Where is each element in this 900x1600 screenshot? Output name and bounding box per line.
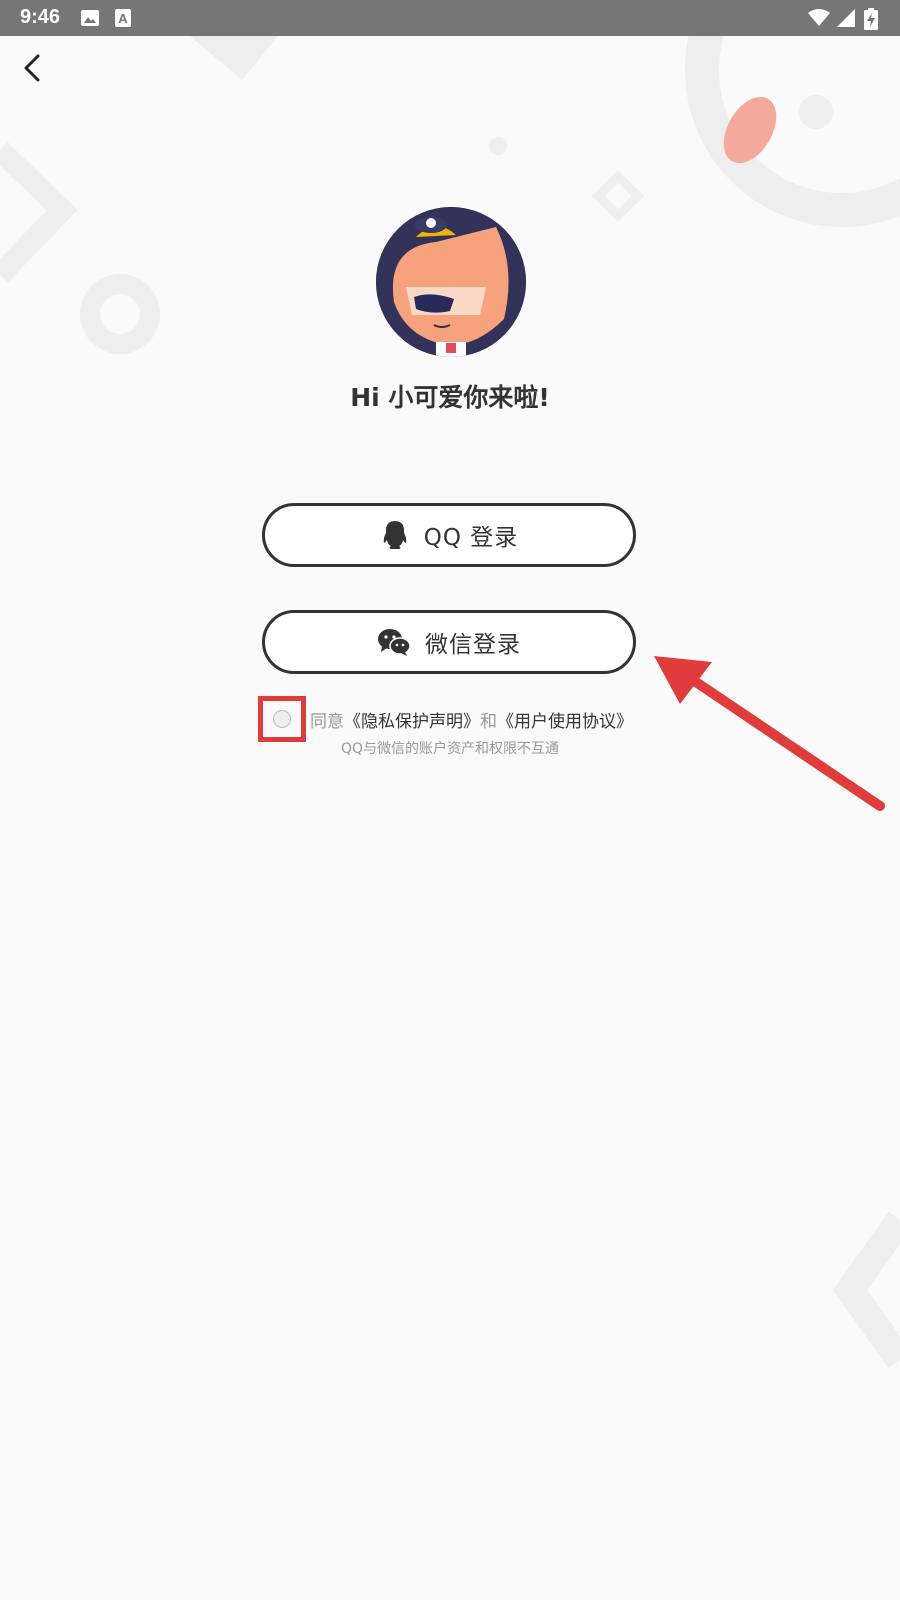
agreement-checkbox-highlight[interactable]	[258, 696, 306, 742]
privacy-policy-link[interactable]: 《隐私保护声明》	[344, 712, 480, 732]
status-time: 9:46	[20, 6, 61, 28]
qq-login-label: QQ 登录	[423, 525, 519, 551]
qq-login-button[interactable]: QQ 登录	[262, 503, 636, 567]
agreement-conjunction: 和	[480, 711, 497, 732]
agreement-row: 同意《隐私保护声明》和《用户使用协议》	[258, 696, 633, 742]
status-bar: 9:46 A	[0, 0, 900, 36]
back-button[interactable]	[14, 48, 54, 88]
wechat-login-button[interactable]: 微信登录	[262, 610, 636, 674]
annotation-arrow-icon	[654, 656, 885, 811]
avatar	[376, 207, 526, 357]
wifi-icon	[808, 8, 830, 32]
agreement-checkbox[interactable]	[273, 710, 291, 728]
agreement-text: 同意《隐私保护声明》和《用户使用协议》	[310, 707, 633, 732]
svg-text:A: A	[118, 11, 128, 26]
image-icon	[80, 8, 100, 32]
battery-charging-icon	[864, 8, 878, 34]
wechat-login-label: 微信登录	[425, 632, 521, 658]
chevron-left-icon	[24, 54, 40, 82]
greeting-title: Hi 小可爱你来啦!	[350, 383, 550, 412]
qq-penguin-icon	[380, 520, 410, 550]
wechat-icon	[377, 627, 411, 657]
terms-of-use-link[interactable]: 《用户使用协议》	[497, 712, 633, 732]
signal-icon	[836, 8, 856, 32]
login-screen: 9:46 A Hi 小可爱你来啦! QQ 登录 微信登录 同意《隐私保护声明》和…	[0, 0, 900, 1600]
agreement-prefix: 同意	[310, 711, 344, 732]
text-a-icon: A	[114, 8, 132, 32]
